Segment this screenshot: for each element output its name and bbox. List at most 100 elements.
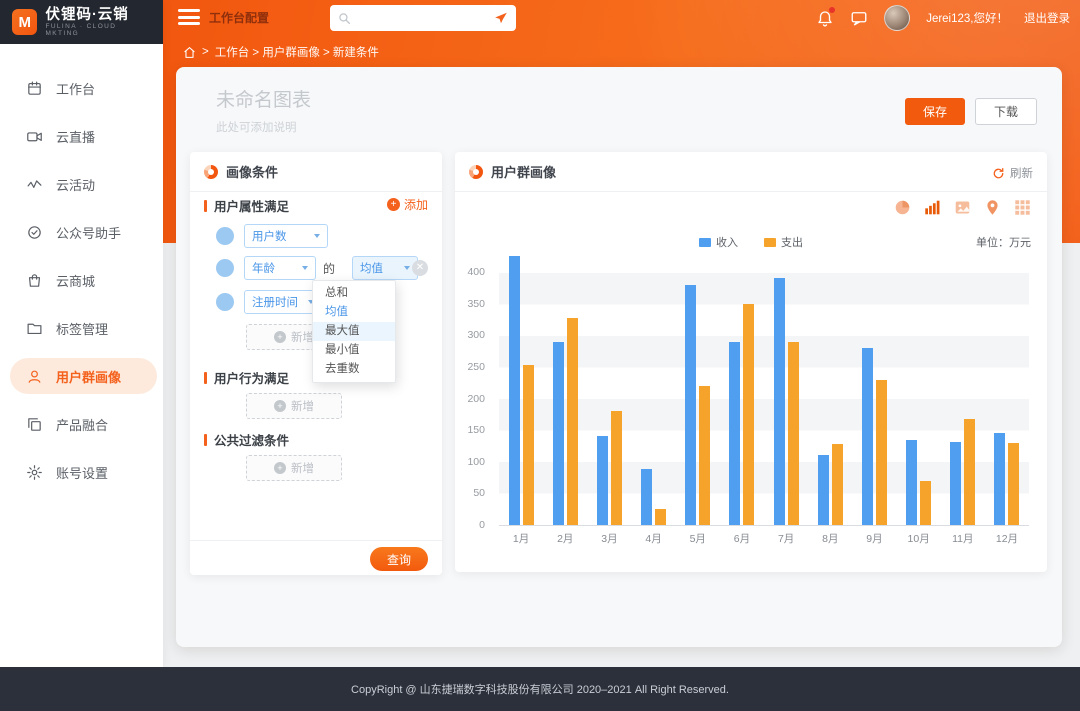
refresh-icon — [992, 167, 1005, 180]
notifications-bell-icon[interactable] — [816, 9, 834, 27]
conditions-panel-header: 画像条件 — [190, 152, 442, 192]
condition-row-1: 用户数 — [190, 224, 442, 248]
image-chart-icon[interactable] — [954, 199, 971, 216]
bar-支出[interactable] — [655, 509, 666, 525]
agg-option[interactable]: 总和 — [313, 284, 395, 303]
breadcrumb[interactable]: > 工作台 > 用户群画像 > 新建条件 — [183, 44, 379, 60]
portrait-panel-header: 用户群画像 — [455, 152, 1047, 192]
bar-收入[interactable] — [641, 469, 652, 525]
plus-icon: + — [274, 400, 286, 412]
x-tick-label: 1月 — [499, 531, 543, 546]
sidebar-item-产品融合[interactable]: 产品融合 — [0, 400, 163, 448]
bar-支出[interactable] — [876, 380, 887, 525]
plus-icon: + — [387, 198, 400, 211]
legend-swatch — [699, 238, 711, 247]
pie-badge-icon — [204, 165, 218, 179]
bar-收入[interactable] — [818, 455, 829, 525]
bar-支出[interactable] — [788, 342, 799, 525]
sidebar-item-云活动[interactable]: 云活动 — [0, 160, 163, 208]
sidebar-item-云商城[interactable]: 云商城 — [0, 256, 163, 304]
x-tick-label: 7月 — [764, 531, 808, 546]
save-button[interactable]: 保存 — [905, 98, 965, 125]
video-icon — [26, 128, 43, 145]
chart-description-input[interactable]: 此处可添加说明 — [216, 119, 297, 135]
legend-item[interactable]: 收入 — [699, 234, 738, 250]
sidebar-item-账号设置[interactable]: 账号设置 — [0, 448, 163, 496]
bar-收入[interactable] — [906, 440, 917, 525]
logo-mark: M — [12, 9, 37, 35]
messages-icon[interactable] — [850, 9, 868, 27]
agg-option[interactable]: 最小值 — [313, 341, 395, 360]
legend-item[interactable]: 支出 — [764, 234, 803, 250]
bar-支出[interactable] — [523, 365, 534, 525]
aggregate-select[interactable]: 均值 — [352, 256, 418, 280]
map-pin-icon[interactable] — [984, 199, 1001, 216]
field-select[interactable]: 用户数 — [244, 224, 328, 248]
new-filter-button[interactable]: + 新增 — [246, 455, 342, 481]
new-behavior-button[interactable]: + 新增 — [246, 393, 342, 419]
legend-label: 支出 — [781, 234, 803, 250]
bar-收入[interactable] — [994, 433, 1005, 525]
bar-支出[interactable] — [567, 318, 578, 525]
portrait-panel: 用户群画像 刷新 收入 支出 单位：万元 0501001502002503003… — [455, 152, 1047, 572]
chart-name-input[interactable]: 未命名图表 — [216, 85, 311, 112]
search-box[interactable] — [330, 5, 516, 31]
x-tick-label: 3月 — [587, 531, 631, 546]
plus-icon: + — [274, 462, 286, 474]
bar-支出[interactable] — [699, 386, 710, 525]
field-select[interactable]: 年龄 — [244, 256, 316, 280]
agg-option[interactable]: 均值 — [313, 303, 395, 322]
bar-group — [587, 254, 631, 525]
agg-option[interactable]: 去重数 — [313, 360, 395, 379]
hamburger-menu-icon[interactable] — [178, 9, 200, 27]
sidebar-item-标签管理[interactable]: 标签管理 — [0, 304, 163, 352]
x-tick-label: 12月 — [985, 531, 1029, 546]
bar-收入[interactable] — [774, 278, 785, 525]
bar-支出[interactable] — [920, 481, 931, 525]
bar-收入[interactable] — [509, 256, 520, 525]
download-button[interactable]: 下载 — [975, 98, 1037, 125]
bar-收入[interactable] — [862, 348, 873, 525]
bar-收入[interactable] — [597, 436, 608, 525]
query-button[interactable]: 查询 — [370, 547, 428, 571]
bar-收入[interactable] — [553, 342, 564, 525]
bar-支出[interactable] — [1008, 443, 1019, 525]
sidebar-item-工作台[interactable]: 工作台 — [0, 64, 163, 112]
x-tick-label: 11月 — [941, 531, 985, 546]
bar-group — [543, 254, 587, 525]
sidebar-item-label: 云活动 — [56, 175, 95, 194]
refresh-button[interactable]: 刷新 — [992, 165, 1033, 181]
pie-chart-icon[interactable] — [894, 199, 911, 216]
sidebar-item-公众号助手[interactable]: 公众号助手 — [0, 208, 163, 256]
user-avatar[interactable] — [884, 5, 910, 31]
bar-收入[interactable] — [950, 442, 961, 525]
app-screen: 工作台配置 Jerei123,您好！ 退出登录 > 工作台 > 用户群画像 > … — [0, 0, 1080, 711]
workbench-config-link[interactable]: 工作台配置 — [209, 0, 269, 36]
bar-收入[interactable] — [685, 285, 696, 525]
unit-label: 单位：万元 — [976, 234, 1031, 250]
divider — [190, 540, 442, 541]
search-input[interactable] — [357, 11, 488, 25]
agg-option[interactable]: 最大值 — [313, 322, 395, 341]
bar-支出[interactable] — [743, 304, 754, 525]
x-tick-label: 4月 — [632, 531, 676, 546]
field-select[interactable]: 注册时间 — [244, 290, 322, 314]
table-grid-icon[interactable] — [1014, 199, 1031, 216]
sidebar: M 伏锂码·云销 FULINA · CLOUD MKTING 工作台 云直播 云… — [0, 0, 163, 667]
add-condition-button[interactable]: + 添加 — [387, 196, 428, 213]
send-icon[interactable] — [494, 11, 508, 25]
x-tick-label: 5月 — [676, 531, 720, 546]
bar-支出[interactable] — [964, 419, 975, 525]
sidebar-item-云直播[interactable]: 云直播 — [0, 112, 163, 160]
bar-支出[interactable] — [611, 411, 622, 525]
sidebar-item-用户群画像[interactable]: 用户群画像 — [10, 358, 157, 394]
y-tick-label: 300 — [467, 329, 485, 341]
x-tick-label: 6月 — [720, 531, 764, 546]
bar-chart-icon[interactable] — [924, 199, 941, 216]
remove-condition-icon[interactable]: ✕ — [412, 260, 428, 276]
logout-button[interactable]: 退出登录 — [1024, 10, 1070, 26]
bar-收入[interactable] — [729, 342, 740, 525]
y-tick-label: 0 — [479, 519, 485, 531]
bar-支出[interactable] — [832, 444, 843, 525]
topbar-right: Jerei123,您好！ 退出登录 — [816, 0, 1070, 36]
